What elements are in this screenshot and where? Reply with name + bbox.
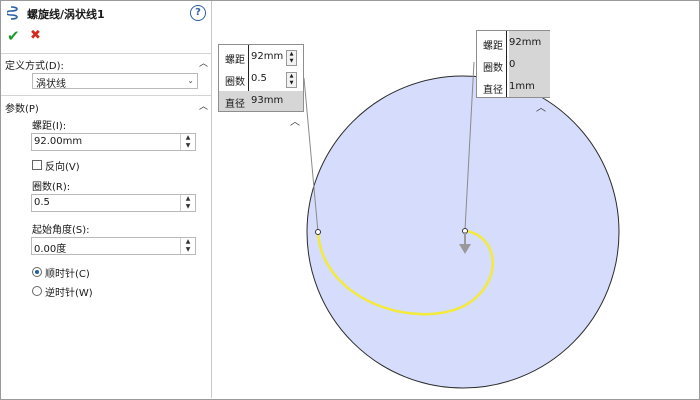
callout-value[interactable]: 92mm — [509, 37, 541, 48]
start-angle-label: 起始角度(S): — [32, 225, 90, 236]
callout-collapse-icon[interactable]: ︿ — [290, 113, 300, 128]
divider — [1, 95, 211, 96]
clockwise-radio[interactable] — [32, 267, 42, 277]
callout-spinner[interactable]: ▲ ▼ — [286, 50, 297, 66]
revolutions-label: 圈数(R): — [32, 182, 71, 193]
callout-value[interactable]: 1mm — [509, 81, 535, 92]
callout-value[interactable]: 0 — [509, 59, 515, 70]
revolutions-spinner[interactable]: ▲ ▼ — [180, 195, 195, 211]
start-point[interactable] — [315, 229, 321, 235]
pitch-spinner[interactable]: ▲ ▼ — [180, 134, 195, 150]
helix-feature-icon — [7, 6, 18, 20]
graphics-area[interactable]: 螺距 92mm ▲ ▼ 圈数 0.5 ▲ ▼ 直径 93mm ︿ 螺距 92mm 圈… — [214, 0, 699, 399]
callout-row-diameter[interactable]: 直径 1mm — [477, 77, 549, 97]
callout-value[interactable]: 93mm — [251, 95, 283, 106]
feature-title: 螺旋线/涡状线1 — [27, 8, 105, 21]
reverse-checkbox[interactable] — [32, 160, 42, 170]
parameters-section-header: 参数(P) — [5, 104, 39, 115]
callout-value[interactable]: 92mm — [251, 51, 283, 62]
callout-row-diameter[interactable]: 直径 93mm — [219, 91, 303, 111]
definition-select-value: 涡状线 — [36, 79, 66, 90]
reverse-label: 反向(V) — [45, 162, 80, 173]
help-icon[interactable]: ? — [190, 5, 206, 21]
start-angle-value: 0.00度 — [34, 244, 67, 255]
dropdown-arrow-icon: ⌄ — [187, 76, 194, 85]
callout-key: 直径 — [483, 85, 503, 96]
parameter-callout-right[interactable]: 螺距 92mm 圈数 0 直径 1mm — [476, 30, 550, 98]
revolutions-value: 0.5 — [34, 197, 50, 208]
counterclockwise-label: 逆时针(W) — [45, 288, 93, 299]
callout-spinner[interactable]: ▲ ▼ — [286, 72, 297, 88]
counterclockwise-radio[interactable] — [32, 286, 42, 296]
parameter-callout-left[interactable]: 螺距 92mm ▲ ▼ 圈数 0.5 ▲ ▼ 直径 93mm — [218, 44, 304, 112]
callout-row-pitch[interactable]: 螺距 92mm — [477, 33, 549, 53]
collapse-chevron-icon[interactable]: ︿ — [199, 99, 208, 112]
divider — [1, 53, 211, 54]
pitch-value: 92.00mm — [34, 136, 83, 147]
definition-section-header: 定义方式(D): — [5, 61, 64, 72]
callout-value[interactable]: 0.5 — [251, 73, 267, 84]
ok-button[interactable]: ✔ — [7, 27, 20, 45]
revolutions-input[interactable]: 0.5 ▲ ▼ — [31, 194, 196, 212]
callout-key: 圈数 — [225, 77, 245, 88]
start-angle-input[interactable]: 0.00度 ▲ ▼ — [31, 237, 196, 255]
cancel-button[interactable]: ✖ — [30, 28, 41, 43]
callout-key: 螺距 — [483, 41, 503, 52]
callout-key: 直径 — [225, 99, 245, 110]
callout-collapse-icon[interactable]: ︿ — [536, 99, 546, 114]
callout-row-pitch[interactable]: 螺距 92mm ▲ ▼ — [219, 47, 303, 67]
callout-row-revolutions[interactable]: 圈数 0.5 ▲ ▼ — [219, 69, 303, 89]
start-angle-spinner[interactable]: ▲ ▼ — [180, 238, 195, 254]
callout-key: 螺距 — [225, 55, 245, 66]
callout-row-revolutions[interactable]: 圈数 0 — [477, 55, 549, 75]
clockwise-label: 顺时针(C) — [45, 269, 90, 280]
property-manager: 螺旋线/涡状线1 ? ✔ ✖ 定义方式(D): ︿ 涡状线 ⌄ 参数(P) ︿ … — [1, 1, 212, 398]
pitch-label: 螺距(I): — [32, 121, 67, 132]
definition-select[interactable]: 涡状线 ⌄ — [32, 73, 198, 90]
pitch-input[interactable]: 92.00mm ▲ ▼ — [31, 133, 196, 151]
collapse-chevron-icon[interactable]: ︿ — [199, 56, 208, 69]
callout-key: 圈数 — [483, 63, 503, 74]
